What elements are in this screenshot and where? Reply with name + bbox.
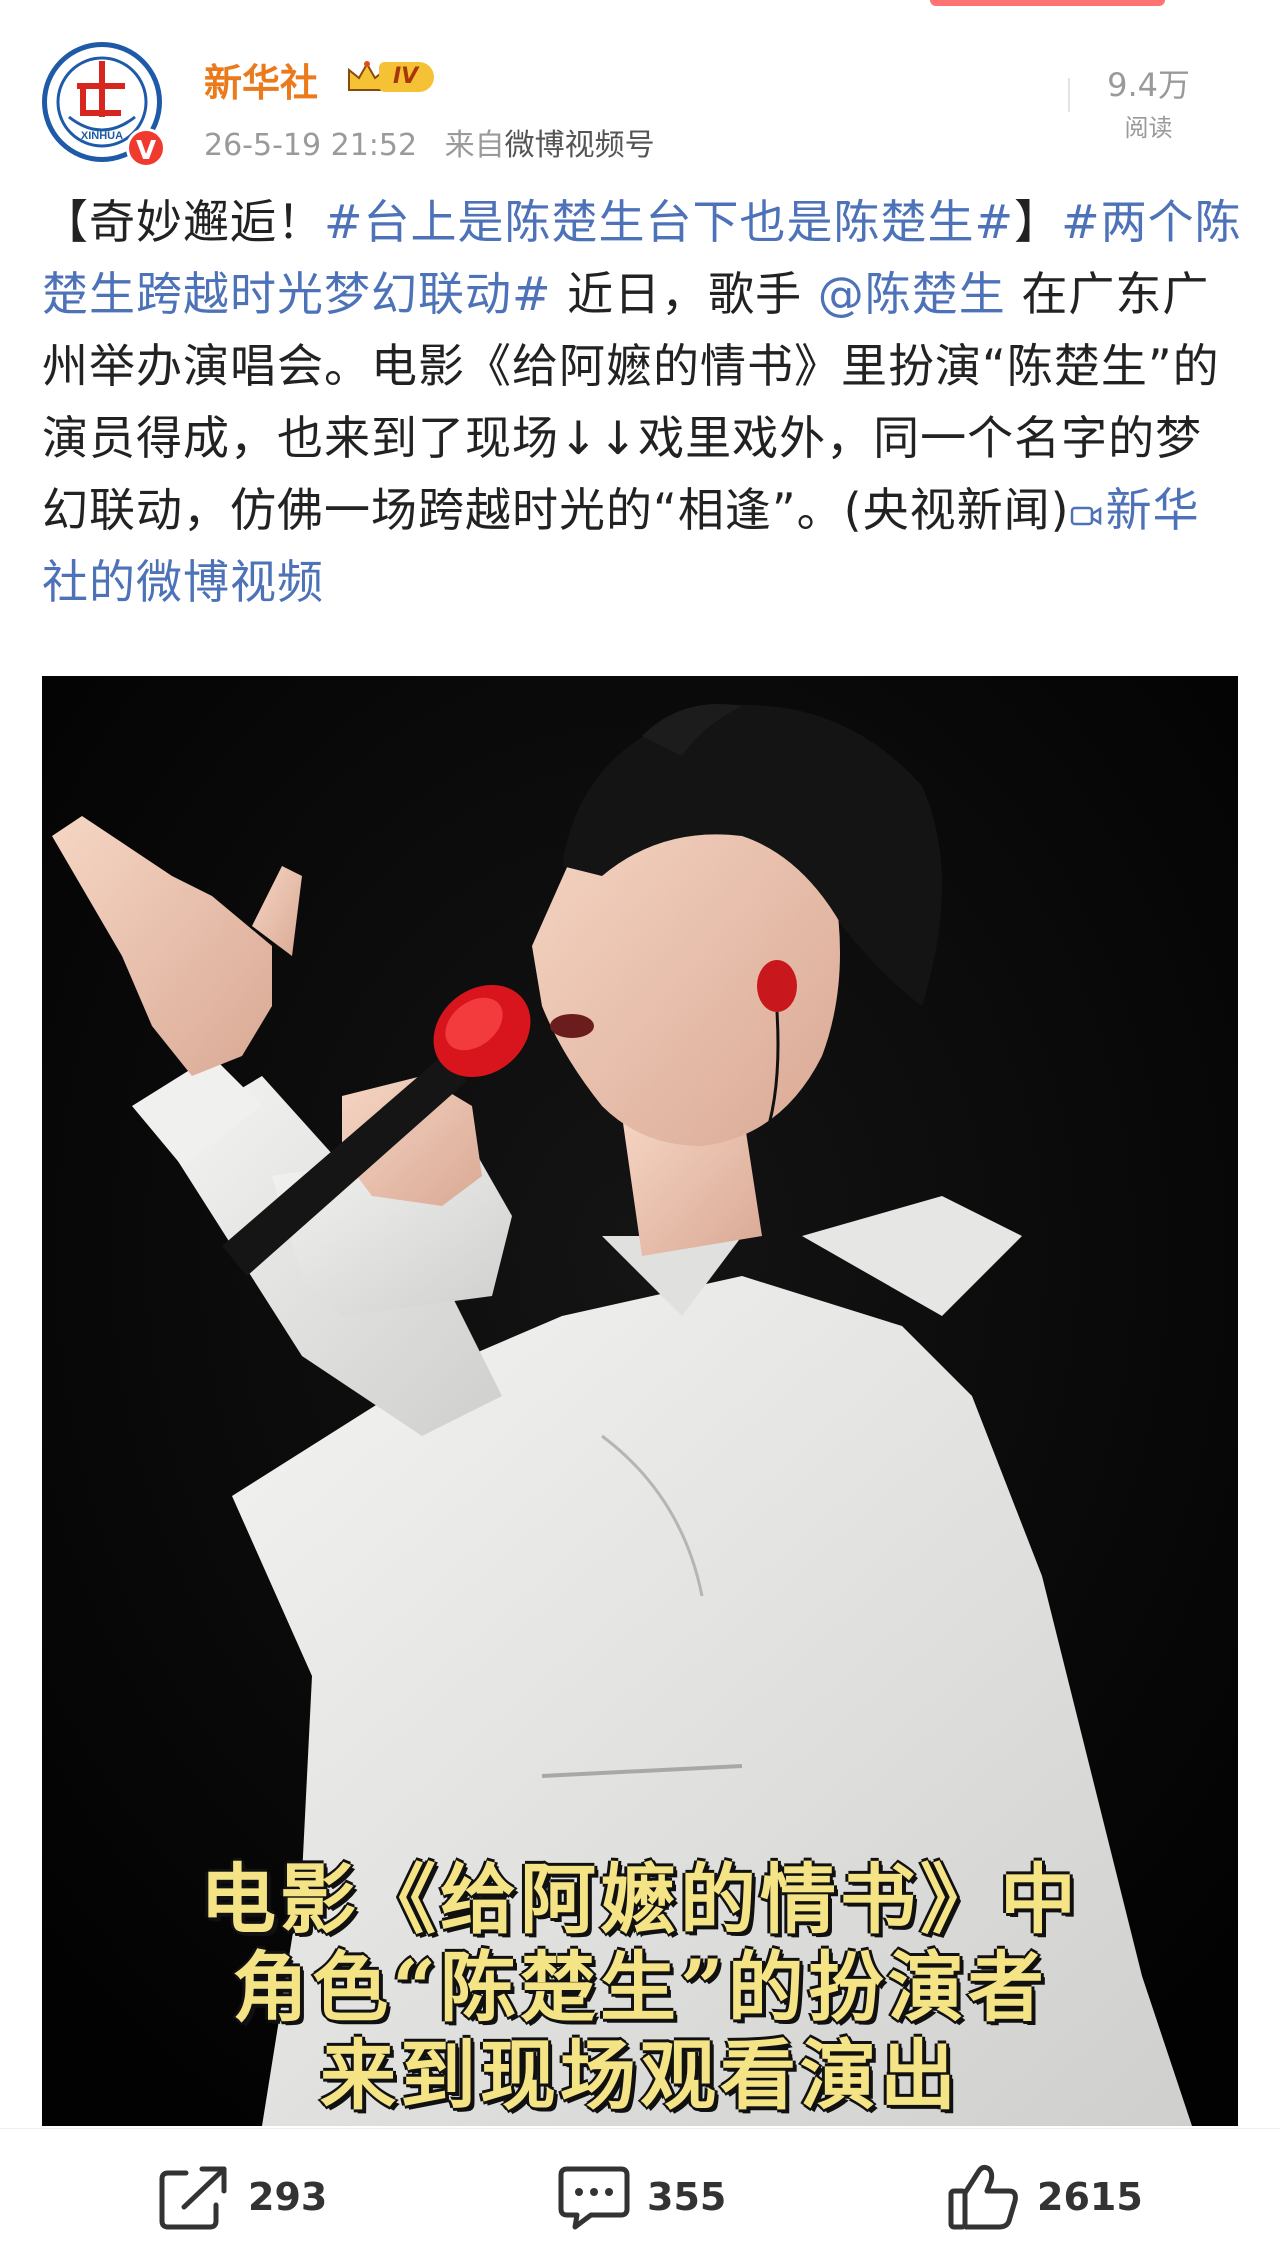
level-label: IV: [379, 62, 435, 92]
svg-text:XINHUA: XINHUA: [81, 130, 123, 142]
verified-badge: V: [126, 128, 166, 168]
hashtag-link[interactable]: #台上是陈楚生台下也是陈楚生#: [324, 195, 1014, 249]
divider: [1068, 78, 1070, 112]
source-prefix: 来自: [444, 128, 505, 163]
action-bar: 293 355 2615: [0, 2128, 1280, 2262]
views-label: 阅读: [1124, 114, 1173, 142]
like-count: 2615: [1037, 2175, 1143, 2219]
comment-icon: [558, 2166, 630, 2230]
mention-link[interactable]: @陈楚生: [818, 267, 1006, 321]
text-segment: 近日，歌手: [551, 267, 818, 321]
video-camera-icon: [1070, 506, 1101, 526]
author-name[interactable]: 新华社: [204, 52, 318, 107]
share-icon: [159, 2166, 227, 2230]
level-badge: IV: [345, 56, 455, 96]
view-counter: 9.4万 阅读: [1107, 60, 1190, 143]
text-segment: 】: [1014, 195, 1062, 249]
text-segment: 【奇妙邂逅！: [42, 195, 324, 249]
video-subtitle-line: 来到现场观看演出: [320, 2031, 960, 2120]
post-time: 26-5-19 21:52: [204, 128, 418, 163]
video-player[interactable]: 电影《给阿嬷的情书》中 角色“陈楚生”的扮演者 来到现场观看演出: [42, 676, 1238, 2126]
post-body: 【奇妙邂逅！#台上是陈楚生台下也是陈楚生#】#两个陈楚生跨越时光梦幻联动# 近日…: [42, 186, 1242, 618]
comment-count: 355: [647, 2175, 727, 2219]
post-header: XINHUA V 新华社 IV 26-5-19 21:52 来自微博视频号 9.…: [0, 0, 1280, 180]
views-count: 9.4万: [1107, 66, 1190, 104]
thumbs-up-icon: [948, 2164, 1018, 2230]
post-meta: 26-5-19 21:52 来自微博视频号: [204, 120, 655, 164]
like-button[interactable]: 2615: [947, 2164, 1143, 2230]
comment-button[interactable]: 355: [557, 2166, 727, 2230]
share-button[interactable]: 293: [158, 2166, 328, 2230]
source-link[interactable]: 微博视频号: [505, 128, 655, 163]
share-count: 293: [248, 2175, 328, 2219]
